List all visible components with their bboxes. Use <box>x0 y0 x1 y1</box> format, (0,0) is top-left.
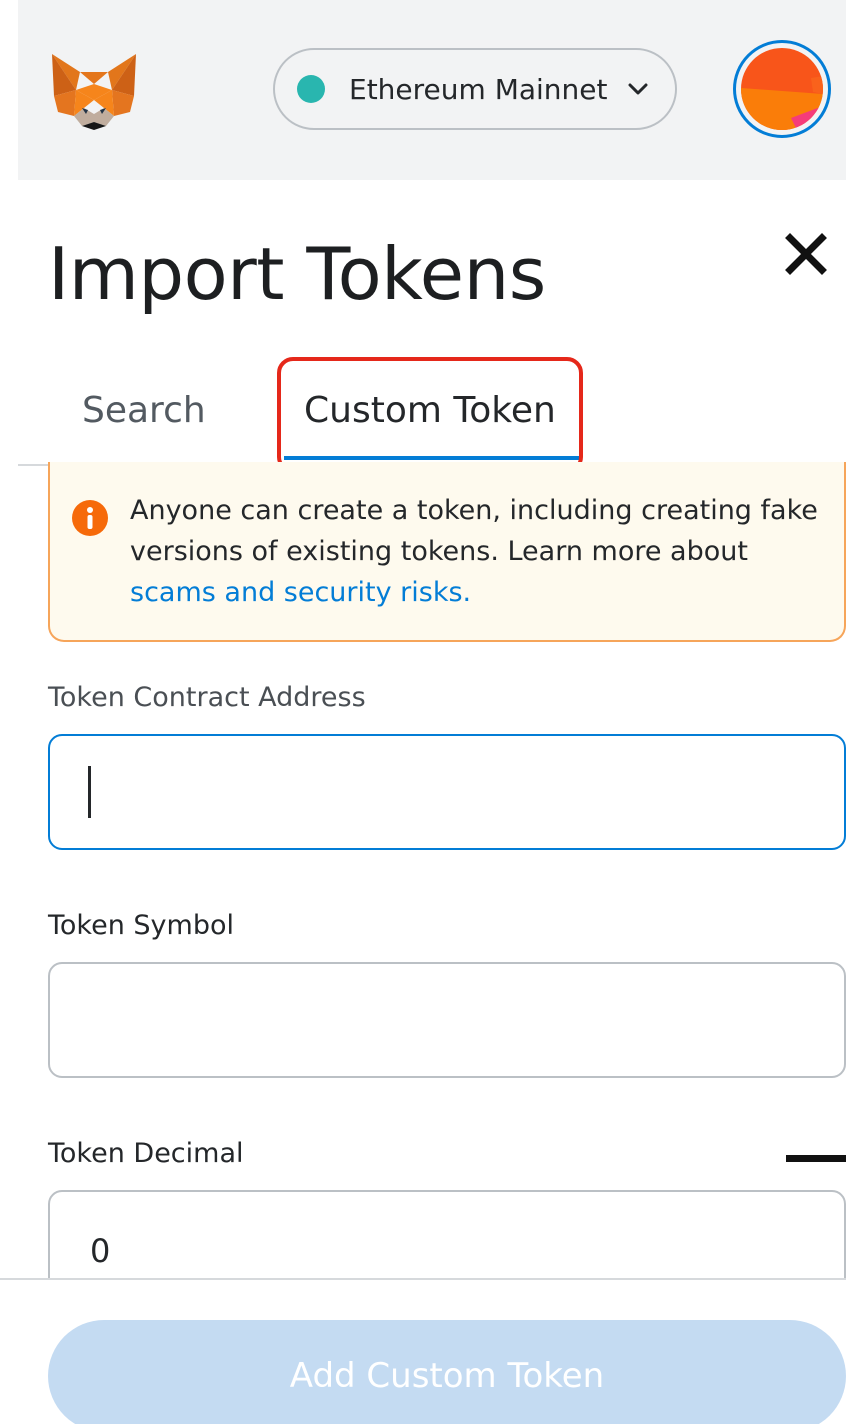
network-label: Ethereum Mainnet <box>349 72 608 106</box>
token-symbol-label: Token Symbol <box>48 910 234 941</box>
warning-message: Anyone can create a token, including cre… <box>130 495 818 567</box>
highlight-annotation <box>277 357 583 473</box>
token-address-input[interactable] <box>48 734 846 850</box>
network-status-dot <box>297 75 325 103</box>
text-caret <box>88 766 91 818</box>
info-icon <box>72 500 108 536</box>
warning-text: Anyone can create a token, including cre… <box>130 490 830 613</box>
network-selector[interactable]: Ethereum Mainnet <box>273 48 677 130</box>
close-icon[interactable] <box>780 228 832 280</box>
token-decimal-value: 0 <box>90 1232 111 1270</box>
add-custom-token-button[interactable]: Add Custom Token <box>48 1320 846 1424</box>
chevron-down-icon <box>623 74 653 104</box>
scam-warning-banner: Anyone can create a token, including cre… <box>48 462 846 642</box>
token-address-label: Token Contract Address <box>48 682 366 713</box>
import-tokens-page: Ethereum Mainnet Import Tokens Search Cu… <box>0 0 846 1424</box>
app-header: Ethereum Mainnet <box>18 0 846 180</box>
tab-search[interactable]: Search <box>82 390 206 431</box>
scams-security-link[interactable]: scams and security risks. <box>130 577 471 608</box>
dash-mark <box>786 1155 846 1162</box>
token-decimal-label: Token Decimal <box>48 1138 244 1169</box>
page-title: Import Tokens <box>48 232 546 316</box>
metamask-fox-icon[interactable] <box>50 50 138 130</box>
token-symbol-input[interactable] <box>48 962 846 1078</box>
account-avatar-icon[interactable] <box>733 40 831 138</box>
